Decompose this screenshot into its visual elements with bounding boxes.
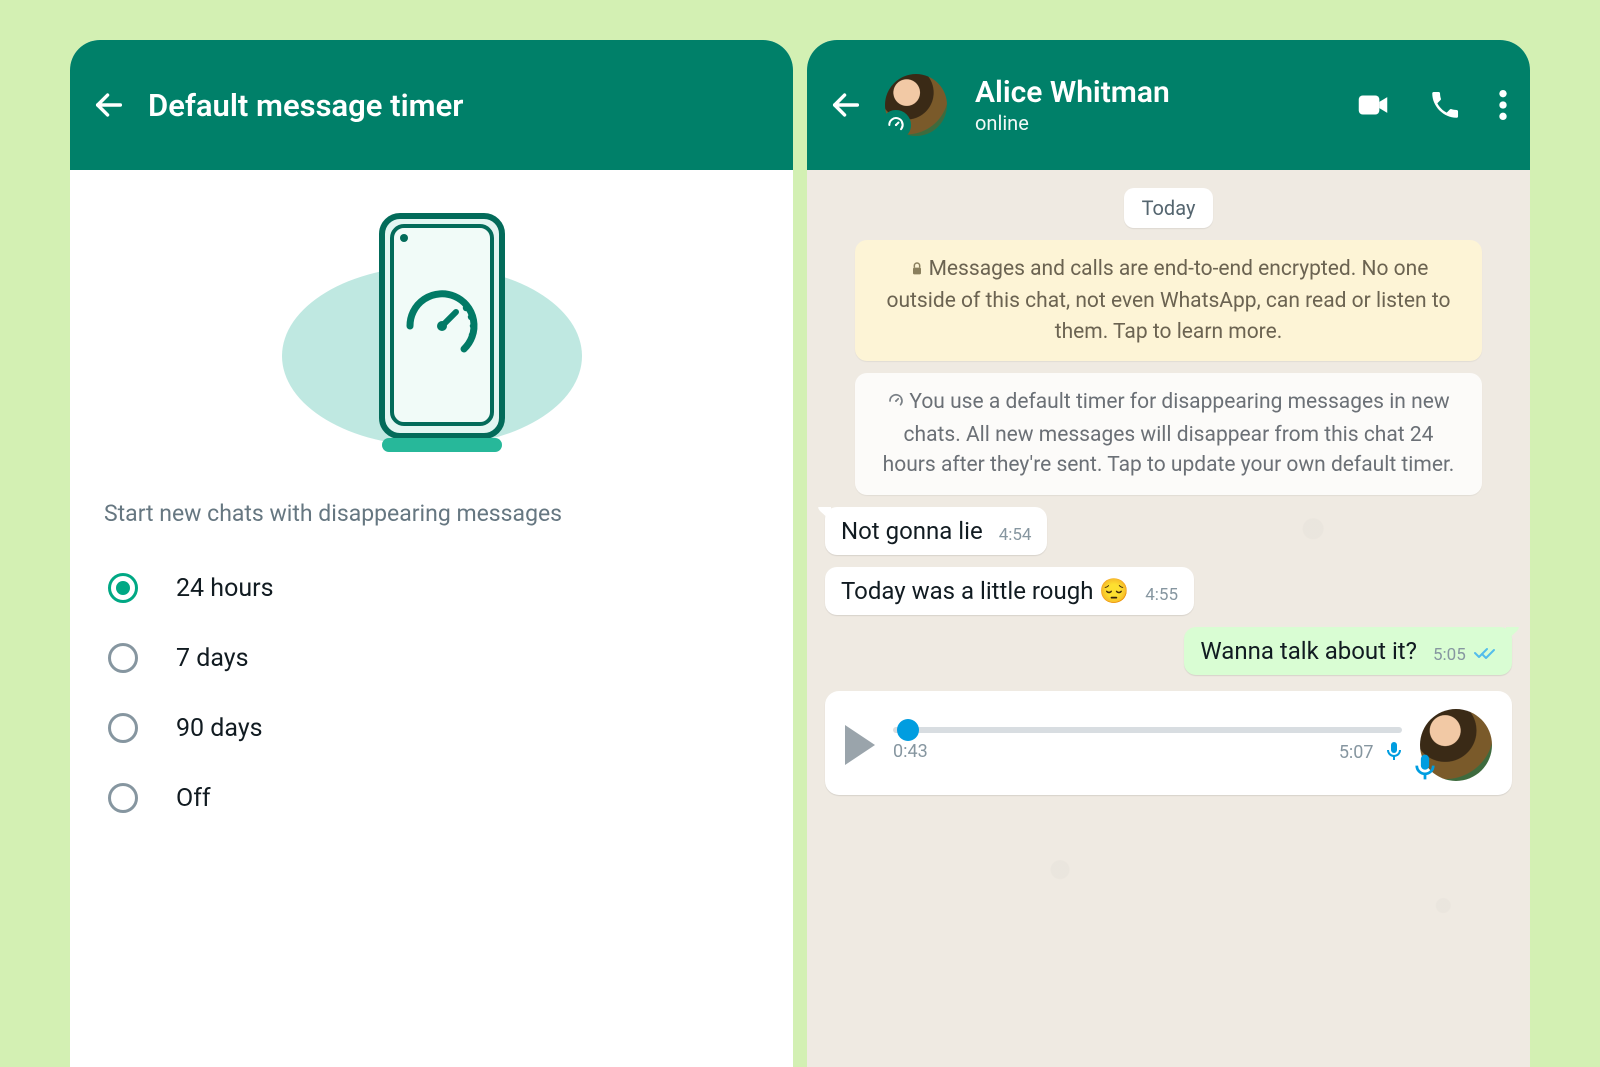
option-label: 24 hours [176, 574, 274, 603]
time-value: 5:05 [1433, 645, 1466, 665]
radio-icon [108, 573, 138, 603]
message-text: Today was a little rough 😔 [841, 577, 1129, 605]
settings-body: Start new chats with disappearing messag… [70, 170, 793, 1067]
message-time: 4:55 [1145, 585, 1178, 605]
hero-illustration [100, 190, 763, 492]
timer-notice[interactable]: You use a default timer for disappearing… [855, 373, 1482, 494]
date-chip: Today [1124, 188, 1214, 228]
option-off[interactable]: Off [100, 763, 763, 833]
read-ticks-icon [1474, 646, 1496, 660]
encryption-text: Messages and calls are end-to-end encryp… [887, 257, 1451, 344]
voice-track: 0:43 5:07 [893, 727, 1402, 763]
voice-elapsed: 0:43 [893, 741, 928, 762]
radio-icon [108, 643, 138, 673]
timer-notice-text: You use a default timer for disappearing… [883, 390, 1455, 477]
timer-options: 24 hours 7 days 90 days Off [100, 553, 763, 833]
message-text: Wanna talk about it? [1200, 637, 1417, 665]
option-24-hours[interactable]: 24 hours [100, 553, 763, 623]
option-7-days[interactable]: 7 days [100, 623, 763, 693]
radio-icon [108, 713, 138, 743]
disappearing-timer-icon [881, 110, 911, 140]
date-chip-row: Today [825, 188, 1512, 228]
settings-screen: Default message timer [70, 40, 793, 1067]
more-menu-button[interactable] [1498, 88, 1508, 122]
message-row: Not gonna lie 4:54 [825, 507, 1512, 555]
option-label: 7 days [176, 644, 249, 673]
video-call-button[interactable] [1354, 86, 1392, 124]
appbar: Default message timer [70, 40, 793, 170]
message-text: Not gonna lie [841, 517, 983, 545]
option-label: 90 days [176, 714, 263, 743]
lock-icon [909, 256, 925, 286]
encryption-notice[interactable]: Messages and calls are end-to-end encryp… [855, 240, 1482, 361]
voice-meta: 0:43 5:07 [893, 741, 1402, 763]
incoming-message[interactable]: Today was a little rough 😔 4:55 [825, 567, 1194, 615]
voice-meta-right: 5:07 [1339, 741, 1402, 763]
incoming-message[interactable]: Not gonna lie 4:54 [825, 507, 1047, 555]
contact-avatar[interactable] [885, 74, 947, 136]
chat-body[interactable]: Today Messages and calls are end-to-end … [807, 170, 1530, 1067]
voice-slider[interactable] [893, 727, 1402, 733]
mic-icon [1414, 753, 1436, 785]
back-button[interactable] [92, 88, 126, 122]
voice-total: 5:07 [1339, 742, 1374, 763]
option-90-days[interactable]: 90 days [100, 693, 763, 763]
slider-thumb[interactable] [897, 719, 919, 741]
voice-sender-avatar [1420, 709, 1492, 781]
page-title: Default message timer [148, 87, 771, 124]
section-label: Start new chats with disappearing messag… [104, 500, 763, 527]
play-button[interactable] [845, 725, 875, 765]
voice-message[interactable]: 0:43 5:07 [825, 691, 1512, 795]
message-time: 4:54 [999, 525, 1032, 545]
appbar-actions [1354, 86, 1508, 124]
contact-status: online [975, 111, 1332, 135]
outgoing-message[interactable]: Wanna talk about it? 5:05 [1184, 627, 1512, 675]
contact-name: Alice Whitman [975, 76, 1332, 109]
chat-screen: Alice Whitman online Today Messages and … [807, 40, 1530, 1067]
option-label: Off [176, 784, 211, 813]
mic-icon [1386, 741, 1402, 761]
contact-header[interactable]: Alice Whitman online [975, 76, 1332, 135]
message-time: 5:05 [1433, 645, 1496, 665]
message-row: Today was a little rough 😔 4:55 [825, 567, 1512, 615]
appbar: Alice Whitman online [807, 40, 1530, 170]
timer-icon [887, 389, 905, 419]
voice-call-button[interactable] [1428, 88, 1462, 122]
back-button[interactable] [829, 88, 863, 122]
message-row: Wanna talk about it? 5:05 [825, 627, 1512, 675]
radio-icon [108, 783, 138, 813]
